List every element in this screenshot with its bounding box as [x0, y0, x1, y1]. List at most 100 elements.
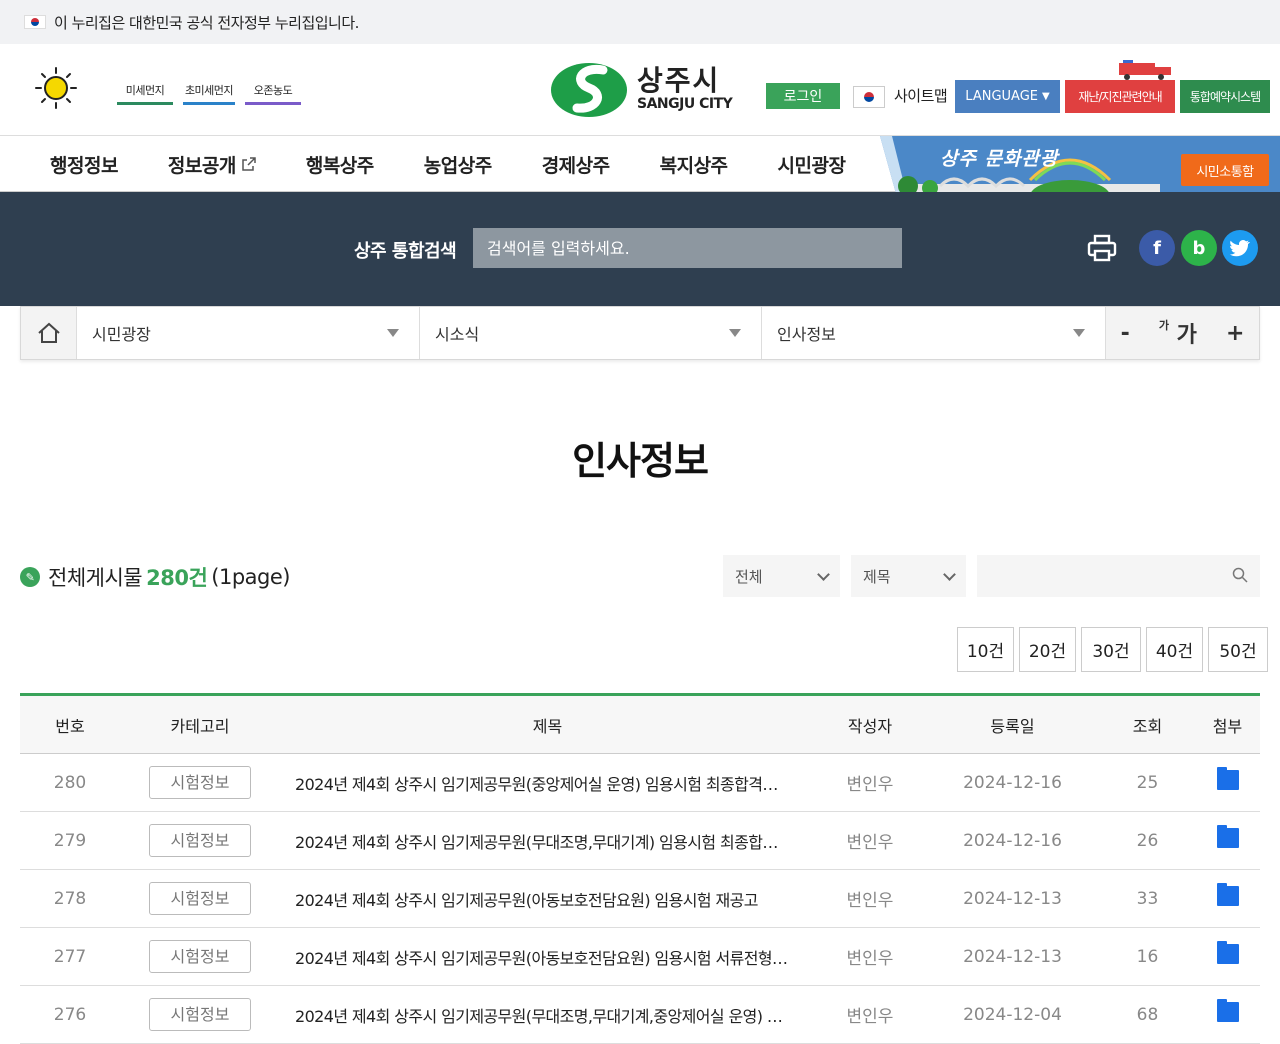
search-band: 상주 통합검색 f b [0, 192, 1280, 306]
col-title: 제목 [280, 694, 815, 754]
table-row[interactable]: 278 시험정보 2024년 제4회 상주시 임기제공무원(아동보호전담요원) … [20, 869, 1260, 928]
table-row[interactable]: 277 시험정보 2024년 제4회 상주시 임기제공무원(아동보호전담요원) … [20, 927, 1260, 986]
print-icon[interactable] [1086, 232, 1118, 264]
row-views: 25 [1100, 753, 1195, 812]
font-increase-button[interactable]: + [1226, 321, 1244, 346]
category-badge: 시험정보 [149, 882, 251, 915]
row-number: 280 [20, 753, 120, 812]
caret-down-icon: ▼ [1042, 91, 1050, 102]
caret-down-icon [387, 329, 399, 337]
korea-flag-icon [853, 86, 885, 108]
search-field-select[interactable]: 제목 [851, 555, 966, 597]
file-attachment-icon[interactable] [1216, 767, 1239, 790]
nav-citizen-plaza[interactable]: 시민광장 [778, 151, 846, 178]
font-decrease-button[interactable]: - [1121, 321, 1130, 346]
post-count: ✎ 전체게시물 280건 (1page) [20, 562, 290, 592]
col-category: 카테고리 [120, 694, 280, 754]
culture-banner-text: 상주 문화관광 [940, 148, 1059, 170]
table-row[interactable]: 279 시험정보 2024년 제4회 상주시 임기제공무원(무대조명,무대기계)… [20, 811, 1260, 870]
row-number: 277 [20, 927, 120, 986]
per-page-options: 10건 20건 30건 40건 50건 [957, 627, 1268, 672]
language-label: LANGUAGE [965, 89, 1038, 104]
city-logo[interactable]: 상주시 SANGJU CITY [551, 60, 733, 118]
caret-down-icon [1073, 329, 1085, 337]
per-page-20[interactable]: 20건 [1019, 627, 1076, 672]
main-nav: 행정정보 정보공개 행복상주 농업상주 경제상주 복지상주 시민광장 상주 문화… [0, 136, 1280, 208]
nav-admin-info[interactable]: 행정정보 [50, 151, 118, 178]
twitter-icon[interactable] [1222, 230, 1258, 266]
table-row[interactable]: 276 시험정보 2024년 제4회 상주시 임기제공무원(무대조명,무대기계,… [20, 985, 1260, 1044]
per-page-50[interactable]: 50건 [1208, 627, 1268, 672]
chevron-down-icon [943, 568, 956, 581]
nav-agri-sangju[interactable]: 농업상주 [424, 151, 492, 178]
sun-weather-icon[interactable] [34, 66, 78, 110]
logo-english: SANGJU CITY [637, 96, 733, 112]
post-title-link[interactable]: 2024년 제4회 상주시 임기제공무원(아동보호전담요원) 임용시험 재공고 [280, 869, 815, 928]
login-button[interactable]: 로그인 [766, 83, 840, 109]
search-label: 상주 통합검색 [354, 241, 457, 262]
search-scope-select[interactable]: 전체 [723, 555, 840, 597]
sangju-logo-icon [551, 63, 627, 117]
file-attachment-icon[interactable] [1216, 999, 1239, 1022]
board-search-input[interactable] [977, 555, 1260, 597]
gov-banner-text: 이 누리집은 대한민국 공식 전자정부 누리집입니다. [54, 13, 359, 32]
per-page-10[interactable]: 10건 [957, 627, 1014, 672]
logo-korean: 상주시 [637, 64, 721, 97]
breadcrumb-level-2[interactable]: 시소식 [420, 307, 762, 359]
post-title-link[interactable]: 2024년 제4회 상주시 임기제공무원(아동보호전담요원) 임용시험 서류전형… [280, 927, 815, 986]
air-ozone[interactable]: 오존농도 [245, 82, 301, 105]
row-number: 279 [20, 811, 120, 870]
file-attachment-icon[interactable] [1216, 883, 1239, 906]
citizen-communication-button[interactable]: 시민소통함 [1181, 154, 1269, 186]
col-attachment: 첨부 [1195, 694, 1260, 754]
disaster-info-button[interactable]: 재난/지진관련안내 [1065, 80, 1175, 113]
post-title-link[interactable]: 2024년 제4회 상주시 임기제공무원(중앙제어실 운영) 임용시험 최종합격… [280, 753, 815, 812]
file-attachment-icon[interactable] [1216, 825, 1239, 848]
row-date: 2024-12-13 [925, 869, 1100, 928]
nav-info-disclosure[interactable]: 정보공개 [168, 151, 256, 178]
reservation-system-button[interactable]: 통합예약시스템 [1180, 80, 1270, 113]
row-views: 26 [1100, 811, 1195, 870]
row-author: 변인우 [815, 985, 925, 1044]
breadcrumb-level-1[interactable]: 시민광장 [77, 307, 420, 359]
breadcrumb-level-3[interactable]: 인사정보 [762, 307, 1106, 359]
language-dropdown[interactable]: LANGUAGE ▼ [955, 80, 1060, 113]
per-page-40[interactable]: 40건 [1146, 627, 1203, 672]
sitemap-link[interactable]: 사이트맵 [894, 85, 948, 106]
row-date: 2024-12-16 [925, 811, 1100, 870]
search-input[interactable] [473, 228, 902, 268]
category-badge: 시험정보 [149, 824, 251, 857]
row-number: 276 [20, 985, 120, 1044]
per-page-30[interactable]: 30건 [1081, 627, 1141, 672]
air-ultrafine-dust[interactable]: 초미세먼지 [183, 82, 235, 105]
col-author: 작성자 [815, 694, 925, 754]
category-badge: 시험정보 [149, 766, 251, 799]
file-attachment-icon[interactable] [1216, 941, 1239, 964]
caret-down-icon [729, 329, 741, 337]
blog-icon[interactable]: b [1181, 230, 1217, 266]
home-button[interactable] [21, 307, 77, 359]
col-number: 번호 [20, 694, 120, 754]
row-date: 2024-12-13 [925, 927, 1100, 986]
board-table: 번호 카테고리 제목 작성자 등록일 조회 첨부 280 시험정보 2024년 … [20, 693, 1260, 1044]
fire-truck-icon [1119, 60, 1171, 80]
search-icon[interactable] [1232, 567, 1248, 583]
page-title: 인사정보 [572, 439, 709, 483]
pencil-check-icon: ✎ [20, 567, 40, 587]
row-author: 변인우 [815, 811, 925, 870]
row-date: 2024-12-16 [925, 753, 1100, 812]
font-size-control: - 가 가 + [1106, 307, 1259, 359]
post-title-link[interactable]: 2024년 제4회 상주시 임기제공무원(무대조명,무대기계) 임용시험 최종합… [280, 811, 815, 870]
home-icon [37, 322, 60, 343]
facebook-icon[interactable]: f [1139, 230, 1175, 266]
category-badge: 시험정보 [149, 998, 251, 1031]
air-fine-dust[interactable]: 미세먼지 [117, 82, 173, 105]
gov-banner: 이 누리집은 대한민국 공식 전자정부 누리집입니다. [0, 0, 1280, 44]
nav-welfare-sangju[interactable]: 복지상주 [660, 151, 728, 178]
post-title-link[interactable]: 2024년 제4회 상주시 임기제공무원(무대조명,무대기계,중앙제어실 운영)… [280, 985, 815, 1044]
external-link-icon [242, 157, 256, 171]
row-views: 33 [1100, 869, 1195, 928]
nav-happy-sangju[interactable]: 행복상주 [306, 151, 374, 178]
nav-economy-sangju[interactable]: 경제상주 [542, 151, 610, 178]
table-row[interactable]: 280 시험정보 2024년 제4회 상주시 임기제공무원(중앙제어실 운영) … [20, 753, 1260, 812]
